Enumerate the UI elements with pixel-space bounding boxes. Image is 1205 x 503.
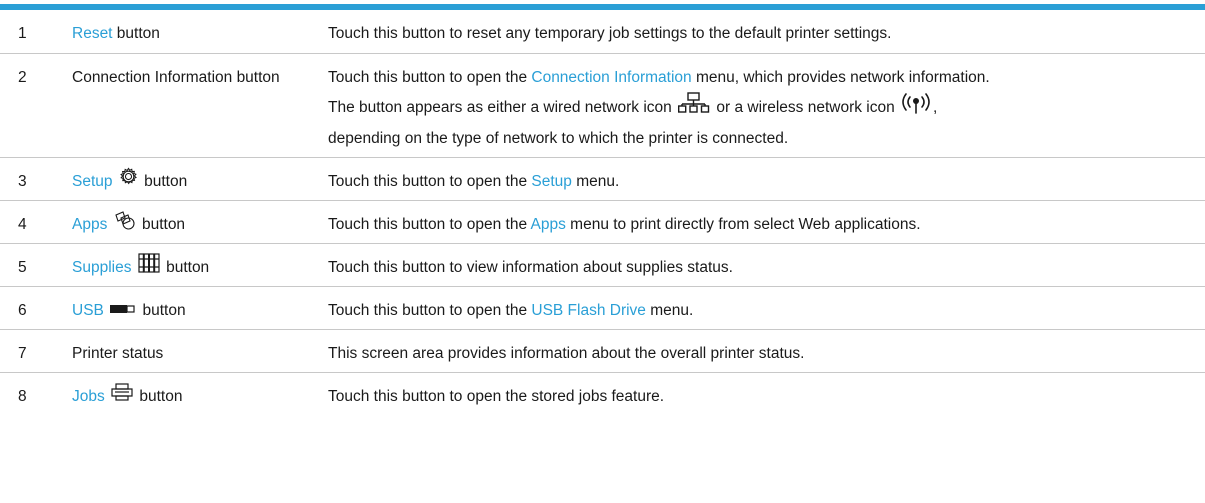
apps-link[interactable]: Apps [72, 216, 107, 233]
usb-drive-icon [110, 296, 136, 325]
table-row: 8 Jobs button Touch this button to open … [0, 372, 1205, 415]
row-number: 3 [18, 172, 27, 190]
wireless-network-icon [901, 92, 931, 124]
usb-flash-drive-link[interactable]: USB Flash Drive [531, 302, 646, 319]
table-row: 5 Supplies button Touch this button to v… [0, 243, 1205, 286]
row-number: 5 [18, 258, 27, 276]
table-row: 1 Reset button Touch this button to rese… [0, 10, 1205, 53]
row-description: Touch this button to open the Connection… [328, 68, 990, 147]
usb-link[interactable]: USB [72, 302, 104, 319]
table-row: 7 Printer status This screen area provid… [0, 329, 1205, 372]
setup-link[interactable]: Setup [72, 173, 113, 190]
table-row: 2 Connection Information button Touch th… [0, 53, 1205, 157]
row-number: 4 [18, 215, 27, 233]
row-number: 1 [18, 25, 27, 42]
connection-information-link[interactable]: Connection Information [531, 69, 691, 86]
table-row: 6 USB button Touch this button to open t… [0, 286, 1205, 329]
supplies-icon [138, 252, 160, 283]
row-description: Touch this button to open the Apps menu … [328, 215, 921, 233]
row-number: 6 [18, 301, 27, 319]
row-number: 7 [18, 344, 27, 362]
row-description: Touch this button to reset any temporary… [328, 25, 892, 42]
apps-menu-link[interactable]: Apps [531, 216, 566, 233]
jobs-icon [111, 382, 133, 411]
jobs-link[interactable]: Jobs [72, 388, 105, 405]
row-name: Connection Information button [72, 68, 280, 86]
control-panel-table: 1 Reset button Touch this button to rese… [0, 10, 1205, 415]
setup-menu-link[interactable]: Setup [531, 173, 572, 190]
row-number: 8 [18, 387, 27, 405]
row-description: Touch this button to open the USB Flash … [328, 301, 694, 319]
row-name: Setup button [58, 157, 328, 200]
wired-network-icon [678, 91, 710, 124]
apps-icon [114, 210, 136, 240]
supplies-link[interactable]: Supplies [72, 259, 131, 276]
row-name: Apps button [58, 200, 328, 243]
row-description: This screen area provides information ab… [328, 344, 805, 362]
table-row: 3 Setup button Touch this button to open… [0, 157, 1205, 200]
row-name: Jobs button [58, 372, 328, 415]
row-name: USB button [58, 286, 328, 329]
row-description: Touch this button to open the Setup menu… [328, 172, 620, 190]
row-name: Reset button [72, 25, 160, 42]
row-description: Touch this button to view information ab… [328, 258, 733, 276]
gear-icon [119, 167, 138, 196]
table-row: 4 Apps button Touch this button to open … [0, 200, 1205, 243]
row-name: Printer status [72, 344, 164, 362]
row-number: 2 [18, 68, 27, 86]
reset-link[interactable]: Reset [72, 25, 113, 42]
row-description: Touch this button to open the stored job… [328, 387, 665, 405]
row-name: Supplies button [58, 243, 328, 286]
